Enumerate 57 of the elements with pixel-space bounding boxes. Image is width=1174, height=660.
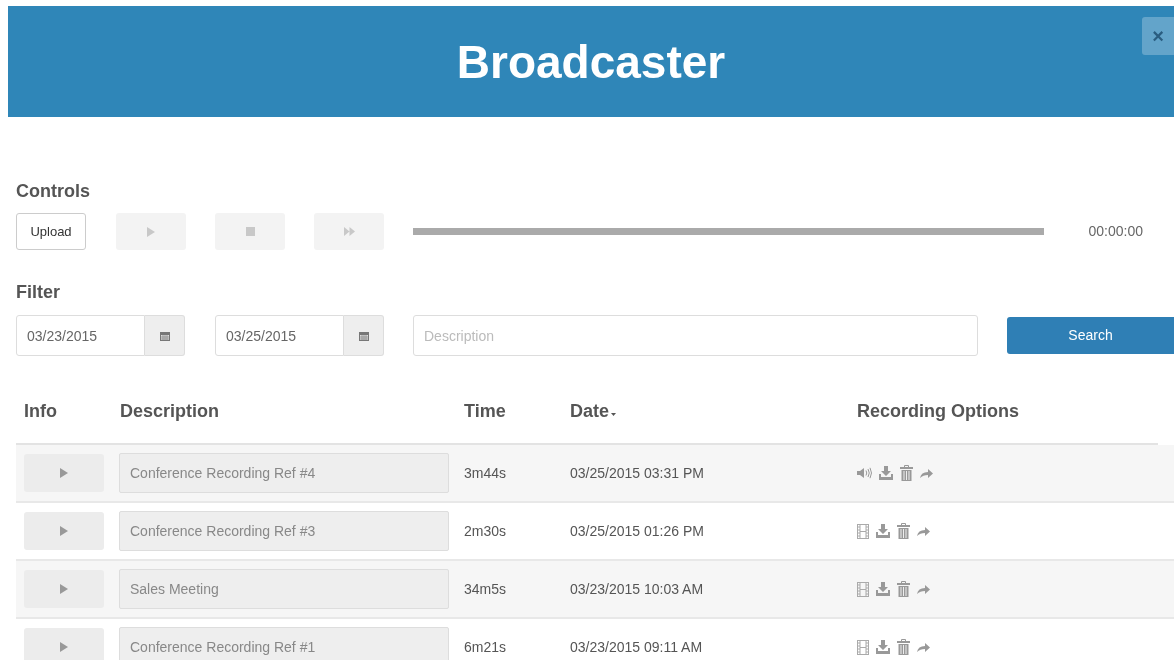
film-icon[interactable]	[857, 581, 869, 597]
film-icon[interactable]	[857, 523, 869, 539]
app-title: Broadcaster	[456, 38, 726, 85]
date-field[interactable]: 03/25/2015	[215, 315, 344, 356]
calendar-button[interactable]	[145, 315, 185, 356]
table-cell: 3m44s	[464, 464, 507, 481]
speaker-icon[interactable]	[857, 467, 872, 479]
share-arrow-icon[interactable]	[920, 468, 933, 478]
table-cell: 03/25/2015 03:31 PM	[570, 464, 704, 481]
description-field[interactable]: Conference Recording Ref #3	[119, 511, 449, 551]
search-button[interactable]: Search	[1007, 317, 1174, 354]
column-header: Recording Options	[857, 400, 1019, 423]
trash-icon[interactable]	[897, 523, 910, 539]
share-arrow-icon[interactable]	[917, 584, 930, 594]
download-icon[interactable]	[876, 582, 890, 596]
calendar-button[interactable]	[344, 315, 384, 356]
table-cell: 2m30s	[464, 522, 507, 539]
description-field[interactable]: Conference Recording Ref #4	[119, 453, 449, 493]
close-button[interactable]: ×	[1142, 17, 1174, 55]
table-cell: 34m5s	[464, 580, 507, 597]
play-icon	[147, 226, 155, 237]
description-field[interactable]: Sales Meeting	[119, 569, 449, 609]
film-icon[interactable]	[857, 639, 869, 655]
section-heading: Filter	[16, 282, 61, 302]
table-cell: 6m21s	[464, 638, 507, 655]
progress-track[interactable]	[413, 228, 1044, 235]
play-icon	[60, 584, 68, 594]
calendar-icon	[159, 330, 170, 341]
share-arrow-icon[interactable]	[917, 642, 930, 652]
stop-button[interactable]	[215, 213, 285, 250]
stop-icon	[245, 227, 255, 236]
column-header[interactable]: Date	[570, 398, 609, 425]
sort-caret-icon	[611, 413, 616, 416]
upload-button[interactable]: Upload	[16, 213, 86, 250]
date-field[interactable]: 03/23/2015	[16, 315, 145, 356]
description-field[interactable]: Conference Recording Ref #1	[119, 627, 449, 660]
fast-forward-icon	[343, 227, 355, 236]
table-cell: 03/25/2015 01:26 PM	[570, 522, 704, 539]
calendar-icon	[358, 330, 369, 341]
play-icon	[60, 526, 68, 536]
share-arrow-icon[interactable]	[917, 526, 930, 536]
table-cell: 03/23/2015 10:03 AM	[570, 580, 704, 597]
column-header: Description	[120, 400, 220, 423]
trash-icon[interactable]	[897, 581, 910, 597]
description-field[interactable]: Description	[413, 315, 978, 356]
trash-icon[interactable]	[900, 465, 913, 481]
play-icon	[60, 642, 68, 652]
column-header: Time	[464, 400, 506, 423]
download-icon[interactable]	[876, 640, 890, 654]
play-icon	[60, 468, 68, 478]
download-icon[interactable]	[879, 466, 893, 480]
trash-icon[interactable]	[897, 639, 910, 655]
section-heading: Controls	[16, 181, 91, 201]
column-header: Info	[24, 400, 57, 423]
download-icon[interactable]	[876, 524, 890, 538]
table-cell: 03/23/2015 09:11 AM	[570, 638, 703, 655]
playback-time: 00:00:00	[1088, 222, 1143, 241]
